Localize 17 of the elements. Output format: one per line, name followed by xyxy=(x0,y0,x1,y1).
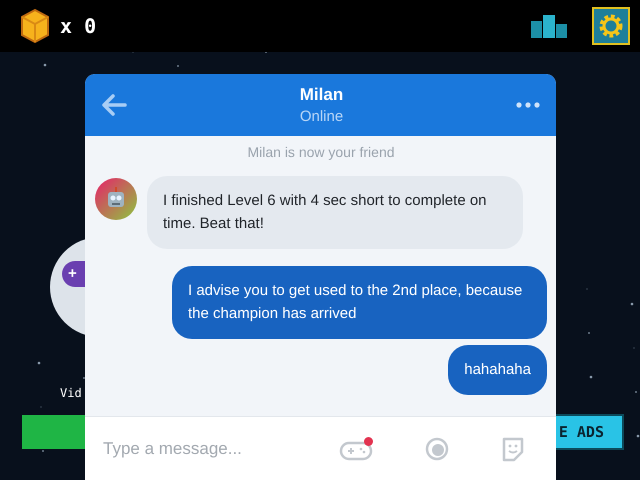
settings-icon xyxy=(598,13,624,39)
video-label: Vid xyxy=(60,386,82,400)
contact-name: Milan xyxy=(300,85,344,105)
block-icon xyxy=(20,8,50,44)
message-input[interactable]: Type a message... xyxy=(101,438,275,460)
sticker-icon[interactable] xyxy=(501,436,525,462)
block-count: x 0 xyxy=(60,14,96,38)
back-arrow-icon[interactable] xyxy=(101,94,127,116)
settings-button[interactable] xyxy=(592,7,630,45)
friend-notice: Milan is now your friend xyxy=(247,144,395,160)
podium-icon[interactable] xyxy=(530,13,568,39)
more-icon[interactable] xyxy=(516,102,540,108)
contact-status: Online xyxy=(300,108,344,125)
incoming-message: I finished Level 6 with 4 sec short to complete on time. Beat that! xyxy=(147,176,523,249)
robot-avatar xyxy=(95,178,137,220)
outgoing-message: I advise you to get used to the 2nd place, because the champion has arrived xyxy=(172,266,547,339)
outgoing-message: hahahaha xyxy=(448,345,547,395)
